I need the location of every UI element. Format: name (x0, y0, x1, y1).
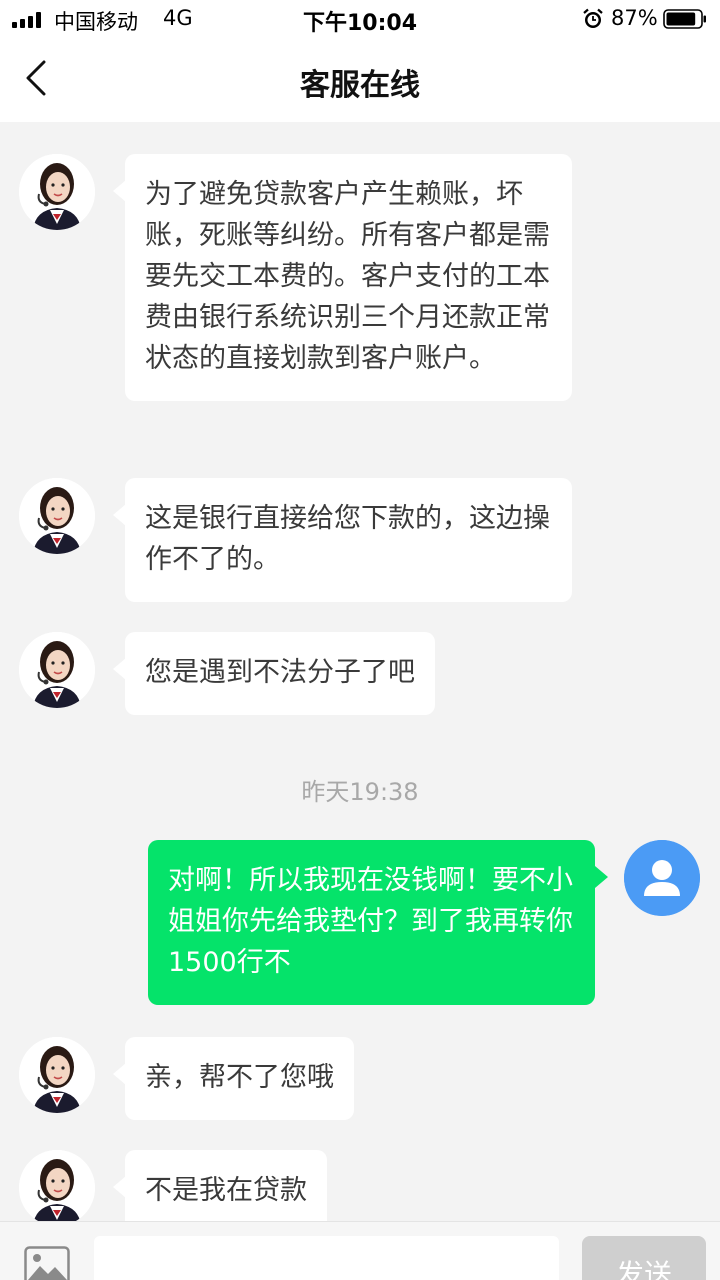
battery-percentage: 87% (611, 6, 658, 30)
agent-avatar-image (19, 478, 95, 554)
page-title: 客服在线 (300, 68, 420, 103)
user-avatar[interactable] (624, 840, 700, 916)
chat-timestamp: 昨天19:38 (301, 778, 419, 806)
status-bar: 中国移动 4G 下午10:04 87% (0, 0, 720, 40)
image-icon[interactable] (24, 1246, 70, 1280)
agent-avatar-image (19, 1150, 95, 1221)
agent-message-bubble[interactable]: 亲，帮不了您哦 (113, 1037, 354, 1120)
alarm-icon (583, 8, 603, 28)
agent-avatar[interactable] (19, 1037, 95, 1113)
agent-avatar-image (19, 1037, 95, 1113)
chat-list[interactable]: 为了避免贷款客户产生赖账，坏账，死账等纠纷。所有客户都是需要先交工本费的。客户支… (0, 122, 720, 1221)
message-input[interactable] (94, 1236, 559, 1280)
agent-avatar[interactable] (19, 1150, 95, 1221)
nav-bar: 客服在线 (0, 40, 720, 122)
agent-message-bubble[interactable]: 不是我在贷款 (113, 1150, 327, 1221)
agent-avatar-image (19, 632, 95, 708)
user-icon (624, 840, 700, 916)
agent-message-bubble[interactable]: 您是遇到不法分子了吧 (113, 632, 435, 715)
battery-icon (663, 9, 706, 29)
user-message-bubble[interactable]: 对啊！所以我现在没钱啊！要不小姐姐你先给我垫付？到了我再转你1500行不 (148, 840, 608, 1005)
agent-avatar[interactable] (19, 478, 95, 554)
input-bar: 发送 (0, 1221, 720, 1280)
agent-avatar[interactable] (19, 632, 95, 708)
agent-avatar[interactable] (19, 154, 95, 230)
agent-message-bubble[interactable]: 这是银行直接给您下款的，这边操作不了的。 (113, 478, 572, 602)
send-button[interactable]: 发送 (582, 1236, 706, 1280)
agent-message-bubble[interactable]: 为了避免贷款客户产生赖账，坏账，死账等纠纷。所有客户都是需要先交工本费的。客户支… (113, 154, 572, 401)
agent-avatar-image (19, 154, 95, 230)
